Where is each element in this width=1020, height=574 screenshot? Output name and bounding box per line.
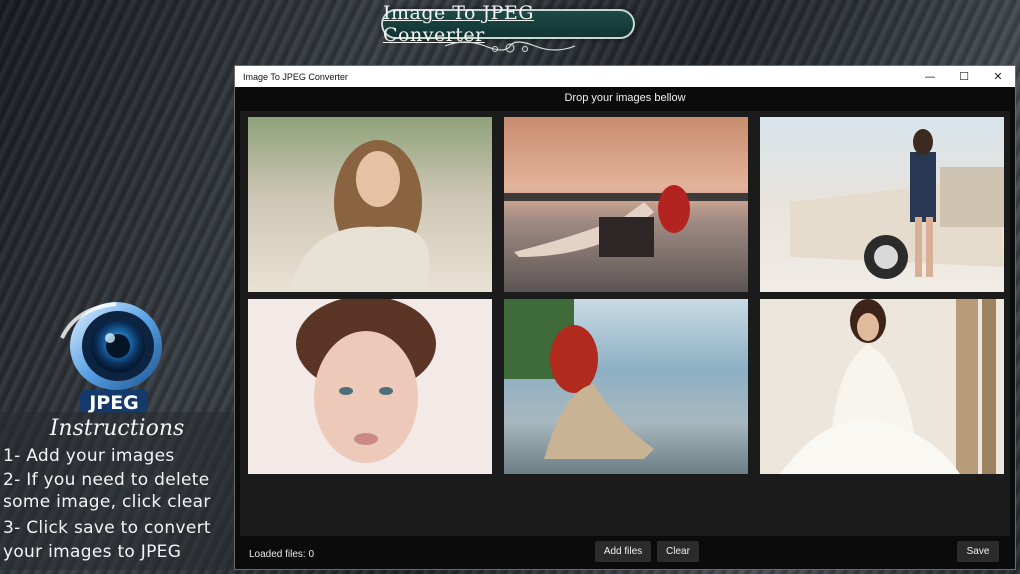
image-drop-zone[interactable]: [240, 111, 1010, 536]
clear-button[interactable]: Clear: [657, 541, 699, 562]
image-thumbnail[interactable]: [760, 299, 1004, 474]
image-thumbnail[interactable]: [248, 117, 492, 292]
instructions-title: Instructions: [49, 416, 185, 441]
instruction-line: 3- Click save to convert: [3, 518, 211, 538]
window-titlebar[interactable]: Image To JPEG Converter — ☐ ✕: [235, 66, 1015, 87]
window-title: Image To JPEG Converter: [243, 71, 348, 82]
close-button[interactable]: ✕: [981, 66, 1015, 87]
jpeg-logo: JPEG: [56, 298, 174, 416]
image-thumbnail[interactable]: [248, 299, 492, 474]
add-files-button[interactable]: Add files: [595, 541, 651, 562]
image-thumbnail[interactable]: [504, 299, 748, 474]
minimize-button[interactable]: —: [913, 66, 947, 87]
app-window: Image To JPEG Converter — ☐ ✕ Drop your …: [234, 65, 1016, 570]
image-thumbnail[interactable]: [504, 117, 748, 292]
save-button[interactable]: Save: [957, 541, 999, 562]
ornament-icon: [444, 41, 576, 53]
loaded-files-label: Loaded files: 0: [249, 549, 315, 560]
app-banner: Image To JPEG Converter: [381, 2, 635, 46]
instruction-line: some image, click clear: [3, 492, 211, 512]
instruction-line: your images to JPEG: [3, 542, 182, 562]
logo-text: JPEG: [89, 392, 139, 414]
instruction-line: 2- If you need to delete: [3, 470, 210, 490]
instruction-line: 1- Add your images: [3, 446, 175, 466]
maximize-button[interactable]: ☐: [947, 66, 981, 87]
instructions-panel: Instructions 1- Add your images 2- If yo…: [0, 412, 234, 570]
image-thumbnail[interactable]: [760, 117, 1004, 292]
drop-zone-label: Drop your images bellow: [564, 92, 686, 104]
